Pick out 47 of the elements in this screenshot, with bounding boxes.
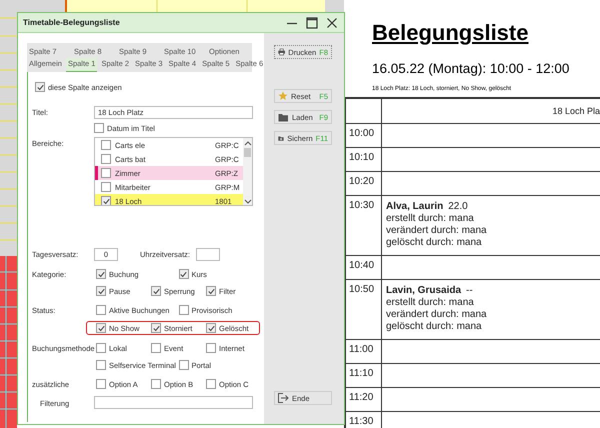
- maximize-icon[interactable]: [306, 16, 318, 28]
- checkmark-icon: [152, 324, 160, 332]
- time-label: 11:00: [349, 344, 374, 355]
- booking-detail: verändert durch: mana: [386, 309, 487, 321]
- time-label: 11:20: [349, 392, 374, 403]
- time-label: 10:50: [349, 284, 374, 295]
- checkmark-icon: [98, 270, 104, 278]
- checkmark-icon: [152, 288, 160, 294]
- time-label: 10:40: [349, 260, 374, 271]
- time-label: 10:30: [349, 200, 374, 211]
- booking-value: --: [466, 285, 473, 297]
- folder-plus-icon: [278, 134, 284, 142]
- checkmark-icon: [98, 324, 104, 332]
- chevron-down-icon[interactable]: [244, 199, 252, 205]
- booking-value: 22.0: [448, 201, 468, 213]
- booking-name: Alva, Laurin: [386, 201, 444, 213]
- checkmark-icon: [208, 324, 214, 332]
- checkmark-icon: [180, 270, 187, 278]
- booking-name: Lavin, Grusaida: [386, 285, 462, 297]
- time-label: 11:30: [349, 416, 374, 427]
- checkmark-icon: [102, 198, 110, 204]
- checkmark-icon: [98, 288, 104, 294]
- close-icon[interactable]: [326, 16, 338, 28]
- printer-icon: [278, 47, 286, 57]
- booking-detail: gelöscht durch: mana: [386, 237, 482, 249]
- time-offset-input[interactable]: [196, 248, 220, 261]
- time-label: 10:00: [349, 128, 374, 139]
- booking-detail: erstellt durch: mana: [386, 297, 474, 309]
- window-title: Timetable-Belegungsliste: [23, 18, 120, 27]
- exit-icon: [278, 393, 289, 403]
- chevron-up-icon[interactable]: [244, 140, 252, 146]
- column-header: 18 Loch Pla: [552, 106, 600, 116]
- time-label: 10:10: [349, 152, 374, 163]
- document-subtitle: 16.05.22 (Montag): 10:00 - 12:00: [372, 60, 570, 78]
- folder-icon: [278, 112, 289, 122]
- checkmark-icon: [208, 288, 214, 294]
- time-label: 11:10: [349, 368, 374, 379]
- time-label: 10:20: [349, 176, 374, 187]
- filter-input[interactable]: [94, 396, 253, 409]
- scrollbar-thumb[interactable]: [244, 148, 251, 157]
- checkmark-icon: [36, 84, 44, 90]
- star-icon: [278, 91, 288, 101]
- booking-detail: gelöscht durch: mana: [386, 321, 482, 333]
- document-title: Belegungsliste: [372, 19, 528, 47]
- booking-detail: verändert durch: mana: [386, 225, 487, 237]
- booking-detail: erstellt durch: mana: [386, 213, 474, 225]
- scrollbar[interactable]: [243, 138, 252, 205]
